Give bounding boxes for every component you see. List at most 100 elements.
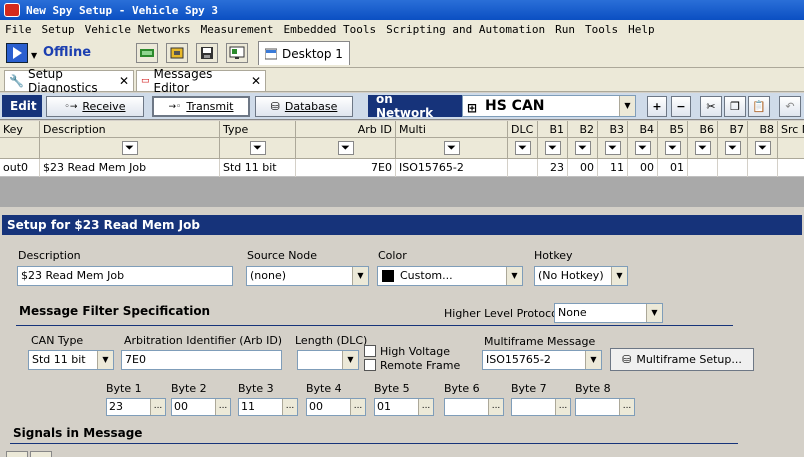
ellipsis-icon[interactable]: ...: [215, 399, 230, 415]
menu-setup[interactable]: Setup: [42, 23, 75, 36]
ellipsis-icon[interactable]: ...: [619, 399, 634, 415]
network-icon[interactable]: [136, 43, 158, 63]
signals-toolbar-button[interactable]: [6, 451, 28, 457]
byte-6-input[interactable]: ...: [444, 398, 504, 416]
column-b2[interactable]: B2 ⏷: [568, 121, 598, 159]
menu-tools[interactable]: Tools: [585, 23, 618, 36]
filter-icon[interactable]: ⏷: [574, 141, 591, 155]
arb-id-input[interactable]: 7E0: [121, 350, 282, 370]
hotkey-select[interactable]: (No Hotkey) ▼: [534, 266, 628, 286]
chevron-down-icon[interactable]: ▼: [352, 267, 368, 285]
filter-icon[interactable]: ⏷: [514, 141, 531, 155]
ellipsis-icon[interactable]: ...: [150, 399, 165, 415]
filter-icon[interactable]: ⏷: [121, 141, 138, 155]
monitor-icon[interactable]: [226, 43, 248, 63]
menu-scripting[interactable]: Scripting and Automation: [386, 23, 545, 36]
ellipsis-icon[interactable]: ...: [555, 399, 570, 415]
high-voltage-checkbox[interactable]: [364, 345, 376, 357]
byte-8-input[interactable]: ...: [575, 398, 635, 416]
filter-icon[interactable]: ⏷: [337, 141, 354, 155]
signals-toolbar-button[interactable]: [30, 451, 52, 457]
color-select[interactable]: Custom... ▼: [377, 266, 523, 286]
chevron-down-icon[interactable]: ▼: [611, 267, 627, 285]
chevron-down-icon[interactable]: ▼: [646, 304, 662, 322]
network-select[interactable]: ⊞ HS CAN ▼: [462, 95, 636, 117]
filter-icon[interactable]: ⏷: [634, 141, 651, 155]
filter-icon[interactable]: ⏷: [754, 141, 771, 155]
chevron-down-icon[interactable]: ▼: [585, 351, 601, 369]
remove-icon[interactable]: −: [671, 96, 691, 117]
menu-help[interactable]: Help: [628, 23, 655, 36]
copy-icon[interactable]: ❐: [724, 96, 746, 117]
receive-button[interactable]: ◦→ Receive: [46, 96, 144, 117]
database-button[interactable]: ⛁ Database: [255, 96, 353, 117]
tab-messages-editor[interactable]: ▭ Messages Editor ✕: [136, 67, 266, 95]
ellipsis-icon[interactable]: ...: [488, 399, 503, 415]
add-icon[interactable]: +: [647, 96, 667, 117]
paste-icon[interactable]: 📋: [748, 96, 770, 117]
column-b1[interactable]: B1 ⏷: [538, 121, 568, 159]
column-type[interactable]: Type ⏷: [220, 121, 296, 159]
column-b6[interactable]: B6 ⏷: [688, 121, 718, 159]
ellipsis-icon[interactable]: ...: [350, 399, 365, 415]
chevron-down-icon[interactable]: ▼: [342, 351, 358, 369]
column-b5[interactable]: B5 ⏷: [658, 121, 688, 159]
filter-icon[interactable]: ⏷: [544, 141, 561, 155]
column-dlc[interactable]: DLC ⏷: [508, 121, 538, 159]
transmit-label: Transmit: [186, 100, 234, 113]
hlp-select[interactable]: None ▼: [554, 303, 663, 323]
menu-embedded-tools[interactable]: Embedded Tools: [283, 23, 376, 36]
table-row[interactable]: out0 $23 Read Mem Job Std 11 bit 7E0 ISO…: [0, 159, 804, 177]
description-input[interactable]: $23 Read Mem Job: [17, 266, 233, 286]
filter-icon[interactable]: ⏷: [694, 141, 711, 155]
tab-setup-diagnostics[interactable]: 🔧 Setup Diagnostics ✕: [4, 67, 134, 95]
ellipsis-icon[interactable]: ...: [282, 399, 297, 415]
menu-vehicle-networks[interactable]: Vehicle Networks: [85, 23, 191, 36]
menu-run[interactable]: Run: [555, 23, 575, 36]
cell-b7: [718, 159, 748, 177]
column-description[interactable]: Description ⏷: [40, 121, 220, 159]
menu-measurement[interactable]: Measurement: [201, 23, 274, 36]
remote-frame-checkbox[interactable]: [364, 359, 376, 371]
column-arb-id[interactable]: Arb ID ⏷: [296, 121, 396, 159]
play-icon[interactable]: [6, 43, 28, 63]
byte-4-input[interactable]: 00...: [306, 398, 366, 416]
cut-icon[interactable]: ✂: [700, 96, 722, 117]
column-multi[interactable]: Multi ⏷: [396, 121, 508, 159]
hlp-value: None: [558, 306, 587, 319]
byte-2-input[interactable]: 00...: [171, 398, 231, 416]
column-src[interactable]: Src N: [778, 121, 804, 159]
byte-5-input[interactable]: 01...: [374, 398, 434, 416]
byte-7-input[interactable]: ...: [511, 398, 571, 416]
close-icon[interactable]: ✕: [119, 74, 129, 88]
close-icon[interactable]: ✕: [251, 74, 261, 88]
column-b7[interactable]: B7 ⏷: [718, 121, 748, 159]
column-b4[interactable]: B4 ⏷: [628, 121, 658, 159]
column-b8[interactable]: B8 ⏷: [748, 121, 778, 159]
can-type-select[interactable]: Std 11 bit ▼: [28, 350, 114, 370]
multiframe-setup-button[interactable]: ⛁ Multiframe Setup...: [610, 348, 754, 371]
filter-icon[interactable]: ⏷: [664, 141, 681, 155]
tab-desktop-1[interactable]: Desktop 1: [258, 41, 350, 65]
chevron-down-icon[interactable]: ▼: [97, 351, 113, 369]
byte-1-input[interactable]: 23...: [106, 398, 166, 416]
column-key[interactable]: Key: [0, 121, 40, 159]
source-node-select[interactable]: (none) ▼: [246, 266, 369, 286]
menu-file[interactable]: File: [5, 23, 32, 36]
multiframe-select[interactable]: ISO15765-2 ▼: [482, 350, 602, 370]
chevron-down-icon[interactable]: ▼: [619, 96, 635, 116]
byte-3-input[interactable]: 11...: [238, 398, 298, 416]
column-b3[interactable]: B3 ⏷: [598, 121, 628, 159]
chevron-down-icon[interactable]: ▼: [506, 267, 522, 285]
save-icon[interactable]: [196, 43, 218, 63]
ellipsis-icon[interactable]: ...: [418, 399, 433, 415]
chevron-down-icon[interactable]: ▼: [31, 51, 37, 60]
filter-icon[interactable]: ⏷: [249, 141, 266, 155]
filter-icon[interactable]: ⏷: [443, 141, 460, 155]
length-select[interactable]: ▼: [297, 350, 359, 370]
transmit-button[interactable]: →◦ Transmit: [152, 96, 250, 117]
filter-icon[interactable]: ⏷: [604, 141, 621, 155]
filter-icon[interactable]: ⏷: [724, 141, 741, 155]
undo-icon[interactable]: ↶: [779, 96, 801, 117]
chip-icon[interactable]: [166, 43, 188, 63]
